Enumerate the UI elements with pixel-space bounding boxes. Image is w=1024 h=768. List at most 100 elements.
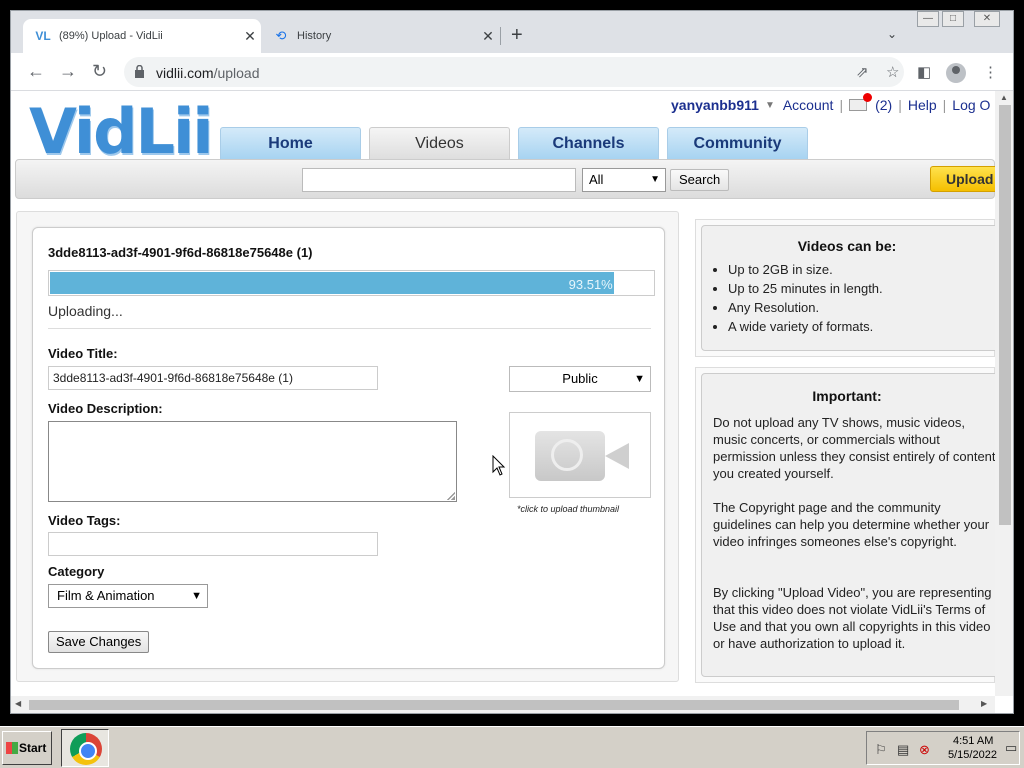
flag-icon[interactable]: ⚐ xyxy=(875,742,887,758)
save-changes-button[interactable]: Save Changes xyxy=(48,631,150,653)
menu-icon[interactable]: ⋮ xyxy=(983,63,998,81)
chrome-icon xyxy=(70,733,102,765)
network-icon[interactable]: ▤ xyxy=(897,742,909,758)
category-label: Category xyxy=(48,564,105,579)
system-tray: ⚐ ▤ ⊗ 4:51 AM 5/15/2022 ▭ xyxy=(866,731,1020,765)
thumbnail-upload[interactable] xyxy=(509,412,651,498)
new-tab-button[interactable]: + xyxy=(511,25,523,45)
start-button[interactable]: Start xyxy=(2,731,52,765)
user-bar: yanyanbb911 ▼ Account | (2) | Help | Log… xyxy=(671,93,990,113)
close-icon[interactable]: ✕ xyxy=(477,28,499,45)
nav-tab-channels[interactable]: Channels xyxy=(518,127,659,159)
history-icon: ⟲ xyxy=(275,28,287,43)
tab-strip: VL (89%) Upload - VidLii ✕ ⟲ History ✕ +… xyxy=(11,11,1013,53)
video-tags-label: Video Tags: xyxy=(48,513,121,528)
tab-upload[interactable]: VL (89%) Upload - VidLii ✕ xyxy=(23,19,261,53)
volume-muted-icon[interactable]: ⊗ xyxy=(919,742,930,758)
start-label: Start xyxy=(19,741,47,755)
list-item: A wide variety of formats. xyxy=(728,319,883,335)
list-item: Up to 2GB in size. xyxy=(728,262,883,278)
important-box: Important: Do not upload any TV shows, m… xyxy=(701,373,995,677)
mouse-cursor-icon xyxy=(492,455,506,476)
clock-date: 5/15/2022 xyxy=(948,749,997,761)
account-link[interactable]: Account xyxy=(783,97,834,113)
search-filter-select[interactable]: All ▼ xyxy=(582,168,666,192)
video-description-textarea[interactable] xyxy=(48,421,457,502)
username[interactable]: yanyanbb911 xyxy=(671,97,759,113)
separator: | xyxy=(839,97,844,113)
nav-tab-videos[interactable]: Videos xyxy=(369,127,510,159)
thumbnail-caption[interactable]: *click to upload thumbnail xyxy=(517,504,619,514)
resize-grip-icon[interactable] xyxy=(447,492,455,500)
horizontal-scrollbar[interactable]: ◀ ▶ xyxy=(11,696,995,713)
chevron-down-icon[interactable]: ▼ xyxy=(765,100,775,111)
vertical-scrollbar[interactable]: ▲ xyxy=(995,91,1013,696)
search-button[interactable]: Search xyxy=(670,169,730,191)
vidlii-logo[interactable]: VidLii xyxy=(29,95,214,168)
maximize-button[interactable]: □ xyxy=(942,11,964,27)
scrollbar-thumb[interactable] xyxy=(999,105,1011,525)
browser-toolbar: ← → ↻ vidlii.com/upload ⇗ ☆ ◧ ⋮ xyxy=(11,53,1013,91)
important-paragraph: By clicking "Upload Video", you are repr… xyxy=(713,585,992,651)
star-icon[interactable]: ☆ xyxy=(886,63,899,81)
profile-avatar[interactable] xyxy=(946,63,966,83)
upload-form: 3dde8113-ad3f-4901-9f6d-86818e75648e (1)… xyxy=(32,227,665,669)
separator: | xyxy=(942,97,947,113)
video-limits-list: Up to 2GB in size. Up to 25 minutes in l… xyxy=(728,262,883,338)
messages-count[interactable]: (2) xyxy=(875,97,892,113)
minimize-button[interactable]: — xyxy=(917,11,939,27)
search-filter-value: All xyxy=(589,172,604,187)
clock-icon xyxy=(551,439,583,471)
mail-icon[interactable] xyxy=(849,93,873,111)
reload-button[interactable]: ↻ xyxy=(92,61,107,81)
progress-label: 93.51% xyxy=(568,277,613,292)
taskbar: Start ⚐ ▤ ⊗ 4:51 AM 5/15/2022 ▭ xyxy=(0,726,1024,768)
upload-progress-bar: 93.51% xyxy=(48,270,655,296)
scroll-left-icon[interactable]: ◀ xyxy=(15,699,21,708)
upload-panel: 3dde8113-ad3f-4901-9f6d-86818e75648e (1)… xyxy=(16,211,679,682)
windows-logo-icon xyxy=(6,742,18,754)
scroll-right-icon[interactable]: ▶ xyxy=(981,699,987,708)
chevron-down-icon[interactable]: ⌄ xyxy=(887,27,897,41)
file-name: 3dde8113-ad3f-4901-9f6d-86818e75648e (1) xyxy=(48,245,313,260)
list-item: Up to 25 minutes in length. xyxy=(728,281,883,297)
video-title-label: Video Title: xyxy=(48,346,118,361)
nav-tab-community[interactable]: Community xyxy=(667,127,808,159)
show-desktop-icon[interactable]: ▭ xyxy=(1005,740,1017,756)
video-limits-box: Videos can be: Up to 2GB in size. Up to … xyxy=(701,225,995,351)
taskbar-chrome-button[interactable] xyxy=(61,729,109,767)
close-icon[interactable]: ✕ xyxy=(239,28,261,45)
side-panel-icon[interactable]: ◧ xyxy=(917,63,931,81)
divider xyxy=(48,328,651,329)
search-input[interactable] xyxy=(302,168,576,192)
video-description-label: Video Description: xyxy=(48,401,163,416)
video-tags-input[interactable] xyxy=(48,532,378,556)
nav-tab-home[interactable]: Home xyxy=(220,127,361,159)
scroll-up-icon[interactable]: ▲ xyxy=(1000,93,1008,102)
back-button[interactable]: ← xyxy=(27,61,45,81)
video-limits-panel: Videos can be: Up to 2GB in size. Up to … xyxy=(695,219,995,357)
chevron-down-icon: ▼ xyxy=(191,590,202,602)
tab-title: History xyxy=(297,30,332,42)
video-title-input[interactable]: 3dde8113-ad3f-4901-9f6d-86818e75648e (1) xyxy=(48,366,378,390)
chevron-down-icon: ▼ xyxy=(650,174,660,185)
clock-time: 4:51 AM xyxy=(953,735,994,747)
address-bar[interactable]: vidlii.com/upload ⇗ ☆ xyxy=(124,57,904,87)
help-link[interactable]: Help xyxy=(908,97,937,113)
tab-history[interactable]: ⟲ History ✕ xyxy=(261,19,499,53)
video-limits-title: Videos can be: xyxy=(797,238,897,254)
video-camera-icon xyxy=(535,431,605,481)
share-icon[interactable]: ⇗ xyxy=(856,63,869,81)
vidlii-icon: VL xyxy=(35,29,51,43)
privacy-select[interactable]: Public ▼ xyxy=(509,366,651,392)
important-paragraph: The Copyright page and the community gui… xyxy=(713,500,990,549)
forward-button[interactable]: → xyxy=(59,61,77,81)
important-title: Important: xyxy=(812,388,882,404)
scrollbar-thumb[interactable] xyxy=(29,700,959,710)
privacy-value: Public xyxy=(562,371,598,386)
important-paragraph: Do not upload any TV shows, music videos… xyxy=(713,415,995,481)
close-window-button[interactable]: ✕ xyxy=(974,11,1000,27)
logout-link[interactable]: Log O xyxy=(952,97,990,113)
upload-button[interactable]: Upload xyxy=(930,166,995,192)
category-select[interactable]: Film & Animation ▼ xyxy=(48,584,208,608)
